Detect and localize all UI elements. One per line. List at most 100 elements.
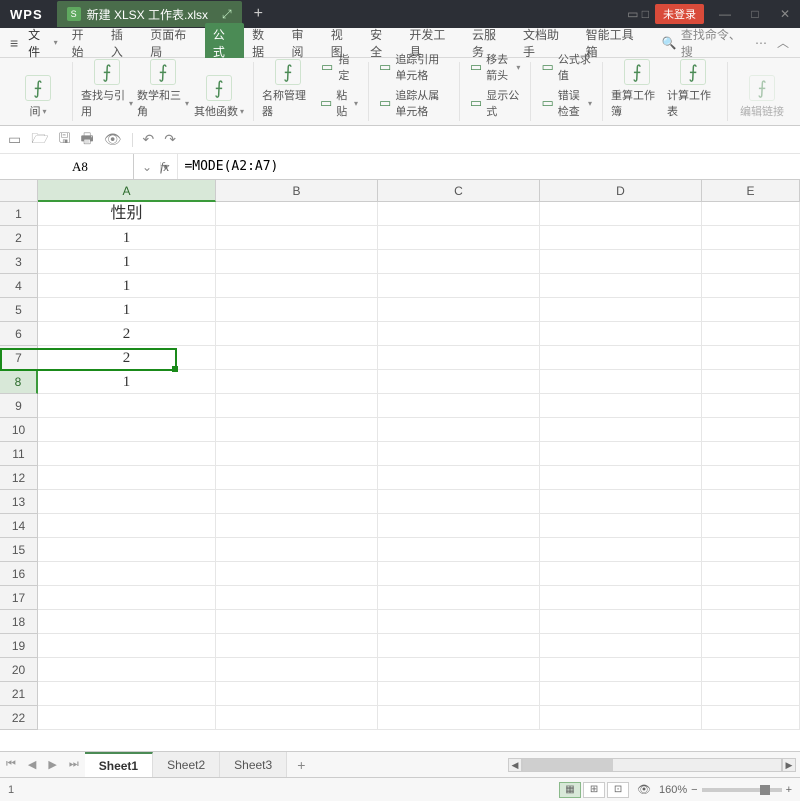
name-box[interactable]: ▼ xyxy=(0,154,134,179)
cell-E19[interactable] xyxy=(702,634,800,658)
row-header-13[interactable]: 13 xyxy=(0,490,38,514)
ribbon-间[interactable]: ⨍间▾ xyxy=(10,73,66,121)
cell-B14[interactable] xyxy=(216,514,378,538)
cell-A10[interactable] xyxy=(38,418,216,442)
cell-C19[interactable] xyxy=(378,634,540,658)
cell-C12[interactable] xyxy=(378,466,540,490)
cell-E21[interactable] xyxy=(702,682,800,706)
view-page-icon[interactable]: ⊞ xyxy=(583,782,605,798)
cell-C18[interactable] xyxy=(378,610,540,634)
cell-D2[interactable] xyxy=(540,226,702,250)
cell-D15[interactable] xyxy=(540,538,702,562)
col-header-D[interactable]: D xyxy=(540,180,702,202)
cell-C7[interactable] xyxy=(378,346,540,370)
cell-E6[interactable] xyxy=(702,322,800,346)
cell-A4[interactable]: 1 xyxy=(38,274,216,298)
cell-A14[interactable] xyxy=(38,514,216,538)
command-search[interactable]: 🔍 查找命令、搜 xyxy=(652,26,750,60)
cell-A20[interactable] xyxy=(38,658,216,682)
ribbon-collapse-icon[interactable]: ︿ xyxy=(772,34,794,51)
reading-mode-icon[interactable]: 👁 xyxy=(637,783,651,796)
row-header-11[interactable]: 11 xyxy=(0,442,38,466)
row-header-6[interactable]: 6 xyxy=(0,322,38,346)
row-header-7[interactable]: 7 xyxy=(0,346,38,370)
sheet-nav-next-icon[interactable]: ▶ xyxy=(42,758,62,771)
cell-D18[interactable] xyxy=(540,610,702,634)
cell-B20[interactable] xyxy=(216,658,378,682)
menu-more-icon[interactable]: ⋯ xyxy=(750,36,772,50)
cell-A19[interactable] xyxy=(38,634,216,658)
row-header-20[interactable]: 20 xyxy=(0,658,38,682)
cell-A1[interactable]: 性别 xyxy=(38,202,216,226)
cell-E8[interactable] xyxy=(702,370,800,394)
cell-E13[interactable] xyxy=(702,490,800,514)
cell-B8[interactable] xyxy=(216,370,378,394)
cell-D17[interactable] xyxy=(540,586,702,610)
cell-B13[interactable] xyxy=(216,490,378,514)
cell-C10[interactable] xyxy=(378,418,540,442)
cell-C20[interactable] xyxy=(378,658,540,682)
row-header-18[interactable]: 18 xyxy=(0,610,38,634)
menu-item-2[interactable]: 页面布局 xyxy=(142,26,205,60)
zoom-out-button[interactable]: − xyxy=(691,784,697,796)
cell-A11[interactable] xyxy=(38,442,216,466)
view-break-icon[interactable]: ⊡ xyxy=(607,782,629,798)
cell-E14[interactable] xyxy=(702,514,800,538)
cell-A2[interactable]: 1 xyxy=(38,226,216,250)
cell-A8[interactable]: 1 xyxy=(38,370,216,394)
fx-icon[interactable]: fx xyxy=(160,159,169,175)
cell-B7[interactable] xyxy=(216,346,378,370)
cell-C11[interactable] xyxy=(378,442,540,466)
ribbon-追踪引用单元格[interactable]: ▭追踪引用单元格 xyxy=(379,51,449,83)
zoom-slider[interactable] xyxy=(702,788,782,792)
cell-C17[interactable] xyxy=(378,586,540,610)
cell-B12[interactable] xyxy=(216,466,378,490)
row-header-9[interactable]: 9 xyxy=(0,394,38,418)
cell-D22[interactable] xyxy=(540,706,702,730)
cell-D21[interactable] xyxy=(540,682,702,706)
col-header-C[interactable]: C xyxy=(378,180,540,202)
cell-C16[interactable] xyxy=(378,562,540,586)
qat-undo-icon[interactable]: ↶ xyxy=(143,131,155,148)
cell-C1[interactable] xyxy=(378,202,540,226)
cell-A16[interactable] xyxy=(38,562,216,586)
qat-open-icon[interactable]: 🗁 xyxy=(31,128,48,152)
cell-D16[interactable] xyxy=(540,562,702,586)
cell-A7[interactable]: 2 xyxy=(38,346,216,370)
cell-A9[interactable] xyxy=(38,394,216,418)
cell-E11[interactable] xyxy=(702,442,800,466)
window-minimize-icon[interactable]: — xyxy=(710,7,740,21)
cell-B16[interactable] xyxy=(216,562,378,586)
cell-D7[interactable] xyxy=(540,346,702,370)
cell-D3[interactable] xyxy=(540,250,702,274)
row-header-1[interactable]: 1 xyxy=(0,202,38,226)
sheet-nav-first-icon[interactable]: ⏮ xyxy=(0,758,22,771)
qat-new-icon[interactable]: ▭ xyxy=(8,131,21,148)
row-header-4[interactable]: 4 xyxy=(0,274,38,298)
ribbon-名称管理器[interactable]: ⨍名称管理器 xyxy=(260,57,316,121)
hscroll-left-icon[interactable]: ◀ xyxy=(508,758,522,772)
cell-E17[interactable] xyxy=(702,586,800,610)
cell-C15[interactable] xyxy=(378,538,540,562)
cell-D13[interactable] xyxy=(540,490,702,514)
cell-C13[interactable] xyxy=(378,490,540,514)
cell-A5[interactable]: 1 xyxy=(38,298,216,322)
cell-A15[interactable] xyxy=(38,538,216,562)
hscroll-thumb[interactable] xyxy=(523,759,613,771)
col-header-A[interactable]: A xyxy=(38,180,216,202)
cell-B10[interactable] xyxy=(216,418,378,442)
cell-B2[interactable] xyxy=(216,226,378,250)
ribbon-移去箭头[interactable]: ▭移去箭头▾ xyxy=(470,51,521,83)
sheet-tab-Sheet1[interactable]: Sheet1 xyxy=(85,752,153,777)
ribbon-指定[interactable]: ▭指定 xyxy=(320,51,358,83)
spreadsheet-grid[interactable]: ABCDE 1234567891011121314151617181920212… xyxy=(0,180,800,751)
ribbon-粘贴[interactable]: ▭粘贴▾ xyxy=(320,87,358,119)
zoom-in-button[interactable]: + xyxy=(786,784,792,796)
cell-E20[interactable] xyxy=(702,658,800,682)
row-header-8[interactable]: 8 xyxy=(0,370,38,394)
add-sheet-button[interactable]: + xyxy=(287,757,315,773)
ribbon-查找与引用[interactable]: ⨍查找与引用▾ xyxy=(79,57,135,121)
row-header-10[interactable]: 10 xyxy=(0,418,38,442)
row-header-15[interactable]: 15 xyxy=(0,538,38,562)
row-header-5[interactable]: 5 xyxy=(0,298,38,322)
